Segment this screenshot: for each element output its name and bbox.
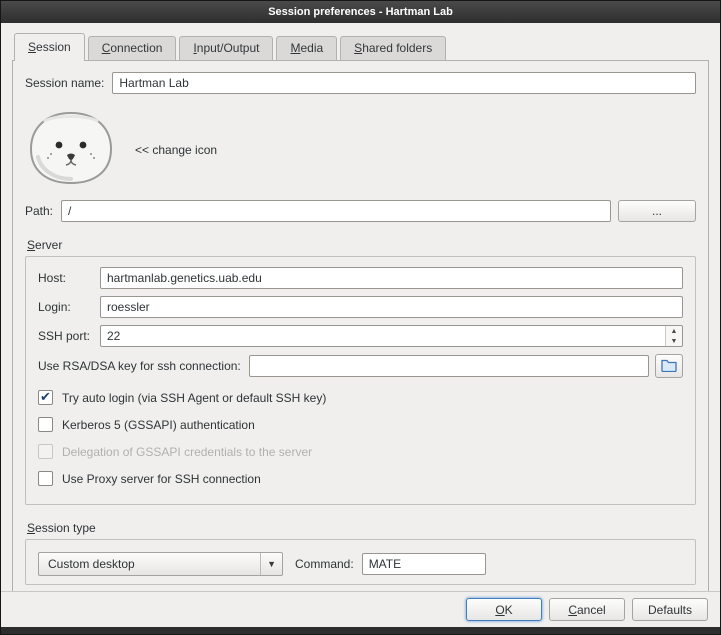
auto-login-checkbox[interactable] [38,390,53,405]
rsa-key-row: Use RSA/DSA key for ssh connection: [38,354,683,378]
server-group: Host: Login: SSH port: ▲ ▼ [25,256,696,505]
ssh-port-row: SSH port: ▲ ▼ [38,325,683,347]
path-label: Path: [25,204,53,218]
gssapi-delegation-label: Delegation of GSSAPI credentials to the … [62,445,312,459]
chevron-down-icon: ▼ [260,553,282,575]
ssh-port-label: SSH port: [38,329,100,343]
command-input[interactable] [362,553,486,575]
kerberos-label[interactable]: Kerberos 5 (GSSAPI) authentication [62,418,255,432]
key-file-browse-button[interactable] [655,354,683,378]
gssapi-delegation-checkbox-row: Delegation of GSSAPI credentials to the … [38,444,683,459]
session-type-selected: Custom desktop [48,557,135,571]
proxy-checkbox-row: Use Proxy server for SSH connection [38,471,683,486]
session-name-label: Session name: [25,76,104,90]
tab-input-output[interactable]: Input/Output [179,36,273,60]
ssh-port-spinner: ▲ ▼ [100,325,683,347]
auto-login-checkbox-row: Try auto login (via SSH Agent or default… [38,390,683,405]
path-browse-button[interactable]: ... [618,200,696,222]
rsa-key-input[interactable] [249,355,649,377]
host-input[interactable] [100,267,683,289]
ssh-port-input[interactable] [100,325,683,347]
seal-session-icon[interactable] [25,109,117,190]
server-group-label: Server [27,238,694,252]
auto-login-label[interactable]: Try auto login (via SSH Agent or default… [62,391,326,405]
login-label: Login: [38,300,100,314]
tab-media[interactable]: Media [276,36,337,60]
login-input[interactable] [100,296,683,318]
tab-shared-folders[interactable]: Shared folders [340,36,446,60]
session-type-group-label: Session type [27,521,694,535]
dialog-content: Session Connection Input/Output Media Sh… [1,23,720,591]
session-type-group: Custom desktop ▼ Command: [25,539,696,585]
kerberos-checkbox-row: Kerberos 5 (GSSAPI) authentication [38,417,683,432]
gssapi-delegation-checkbox [38,444,53,459]
command-label: Command: [295,557,354,571]
login-row: Login: [38,296,683,318]
defaults-button[interactable]: Defaults [632,598,708,621]
spin-buttons: ▲ ▼ [665,326,682,346]
spin-up-icon[interactable]: ▲ [666,326,682,336]
session-type-row: Custom desktop ▼ Command: [38,550,683,578]
proxy-checkbox[interactable] [38,471,53,486]
session-type-dropdown[interactable]: Custom desktop ▼ [38,552,283,576]
cancel-button[interactable]: Cancel [549,598,625,621]
change-icon-label[interactable]: << change icon [135,143,217,157]
session-tab-page: Session name: [12,60,709,591]
session-name-input[interactable] [112,72,696,94]
dialog-footer: OK Cancel Defaults [1,591,720,627]
session-preferences-window: Session preferences - Hartman Lab Sessio… [0,0,721,635]
kerberos-checkbox[interactable] [38,417,53,432]
window-title: Session preferences - Hartman Lab [268,6,453,18]
path-input[interactable] [61,200,611,222]
path-row: Path: ... [25,200,696,222]
folder-open-icon [661,358,677,375]
tab-connection[interactable]: Connection [88,36,177,60]
window-bottom-edge [1,627,720,634]
spin-down-icon[interactable]: ▼ [666,336,682,346]
tab-session[interactable]: Session [14,33,85,61]
titlebar[interactable]: Session preferences - Hartman Lab [1,1,720,23]
host-label: Host: [38,271,100,285]
host-row: Host: [38,267,683,289]
rsa-key-label: Use RSA/DSA key for ssh connection: [38,359,241,373]
tab-bar: Session Connection Input/Output Media Sh… [12,33,709,60]
proxy-label[interactable]: Use Proxy server for SSH connection [62,472,261,486]
session-name-row: Session name: [25,72,696,94]
ok-button[interactable]: OK [466,598,542,621]
session-icon-row: << change icon [25,109,696,190]
